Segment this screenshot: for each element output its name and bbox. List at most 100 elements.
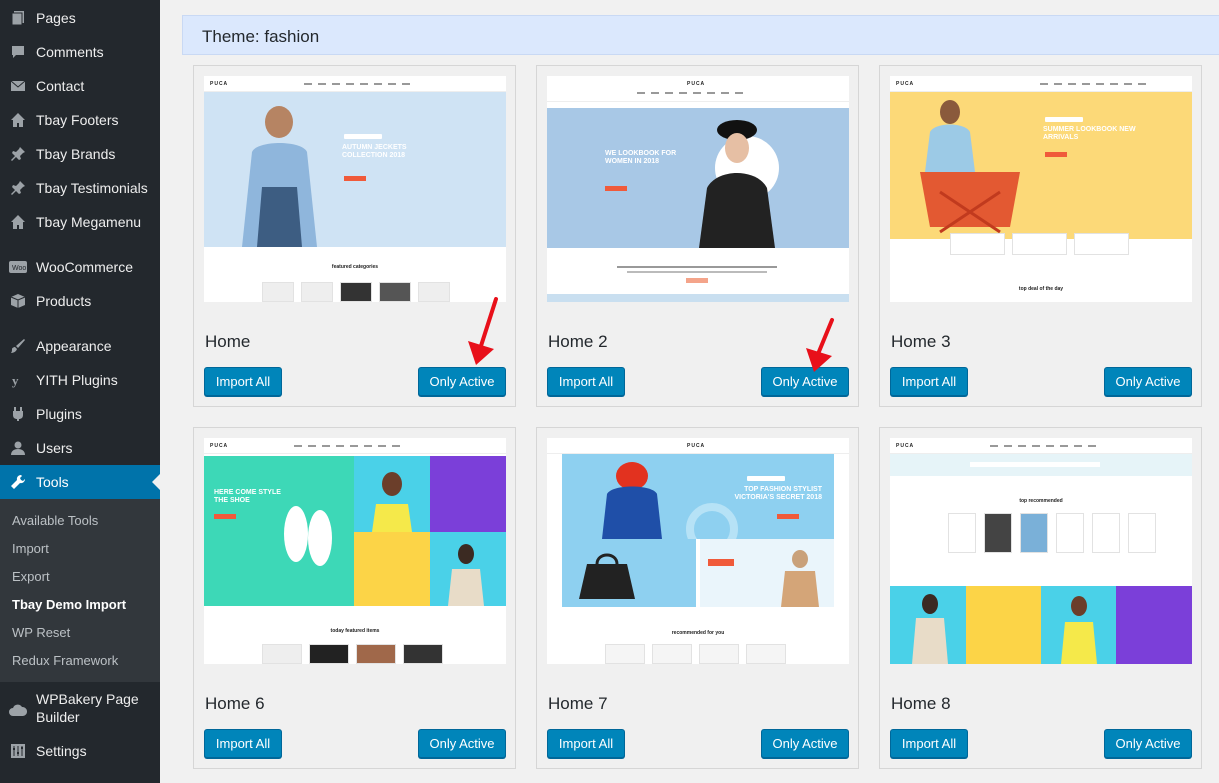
- demo-thumbnail[interactable]: PUCA SUMMER LOOKBOOK NEW ARRIVALS top de…: [890, 76, 1192, 302]
- submenu-item-export[interactable]: Export: [12, 569, 50, 584]
- thumb-hero-text: SUMMER LOOKBOOK NEW ARRIVALS: [1043, 126, 1136, 141]
- only-active-button[interactable]: Only Active: [418, 367, 506, 396]
- sidebar-item-label: Tools: [36, 474, 69, 490]
- sidebar-item-label: Tbay Testimonials: [36, 180, 148, 196]
- home-icon: [8, 212, 28, 232]
- submenu-item-tbay-demo-import[interactable]: Tbay Demo Import: [12, 597, 126, 612]
- thumb-section-title: featured categories: [331, 264, 379, 270]
- home-icon: [8, 110, 28, 130]
- thumb-logo: PUCA: [210, 443, 229, 449]
- yith-icon: y: [8, 370, 28, 390]
- thumb-logo: PUCA: [687, 81, 706, 87]
- sidebar-item-pages[interactable]: Pages: [0, 1, 160, 35]
- sidebar-item-tbay-testimonials[interactable]: Tbay Testimonials: [0, 171, 160, 205]
- sidebar-item-tbay-megamenu[interactable]: Tbay Megamenu: [0, 205, 160, 239]
- submenu-item-available-tools[interactable]: Available Tools: [12, 513, 98, 528]
- import-all-button[interactable]: Import All: [547, 367, 625, 396]
- thumb-section-title: today featured items: [330, 628, 380, 634]
- import-all-button[interactable]: Import All: [890, 729, 968, 758]
- submenu-item-redux-framework[interactable]: Redux Framework: [12, 653, 118, 668]
- tools-submenu: Available Tools Import Export Tbay Demo …: [0, 499, 160, 682]
- demo-name: Home 6: [205, 694, 265, 713]
- pin-icon: [8, 178, 28, 198]
- demo-card-home-7: PUCA TOP FASHION STYLIST VICTORIA'S SECR…: [536, 427, 859, 769]
- thumb-logo: PUCA: [210, 81, 229, 87]
- demo-name: Home: [205, 332, 251, 351]
- submenu-item-import[interactable]: Import: [12, 541, 49, 556]
- woo-icon: Woo: [8, 257, 28, 277]
- red-arrow-icon: [468, 297, 498, 365]
- thumb-hero: HERE COME STYLE THE SHOE: [204, 454, 506, 606]
- thumb-hero: SUMMER LOOKBOOK NEW ARRIVALS: [890, 92, 1192, 239]
- sidebar-item-contact[interactable]: Contact: [0, 69, 160, 103]
- sidebar-item-woocommerce[interactable]: Woo WooCommerce: [0, 250, 160, 284]
- mail-icon: [8, 76, 28, 96]
- thumb-logo: PUCA: [687, 443, 706, 449]
- sidebar-item-tbay-footers[interactable]: Tbay Footers: [0, 103, 160, 137]
- demo-thumbnail[interactable]: PUCA WE LOOKBOOK FOR WOMEN IN 2018: [547, 76, 849, 302]
- comments-icon: [8, 42, 28, 62]
- sidebar-item-appearance[interactable]: Appearance: [0, 329, 160, 363]
- demo-thumbnail[interactable]: PUCA top recommended: [890, 438, 1192, 664]
- red-arrow-icon: [806, 318, 834, 372]
- submenu-item-wp-reset[interactable]: WP Reset: [12, 625, 70, 640]
- thumb-hero-text: HERE COME STYLE THE SHOE: [214, 489, 281, 504]
- sidebar-item-label: Settings: [36, 743, 87, 759]
- svg-text:y: y: [12, 373, 19, 388]
- thumb-navbar: PUCA: [204, 438, 506, 454]
- sidebar-item-label: Tbay Footers: [36, 112, 119, 128]
- demo-import-panel: Theme: fashion PUCA AUTUMN JECKETS COLLE…: [182, 15, 1219, 783]
- sidebar-item-settings[interactable]: Settings: [0, 734, 160, 768]
- sidebar-item-label: Plugins: [36, 406, 82, 422]
- theme-header: Theme: fashion: [182, 15, 1219, 55]
- thumb-navbar: PUCA: [890, 438, 1192, 454]
- thumb-section-title: recommended for you: [671, 630, 725, 636]
- sidebar-item-label: Pages: [36, 10, 76, 26]
- demo-thumbnail[interactable]: PUCA TOP FASHION STYLIST VICTORIA'S SECR…: [547, 438, 849, 664]
- sidebar-item-label: WPBakery Page Builder: [36, 691, 139, 725]
- sidebar-item-label: Tbay Megamenu: [36, 214, 142, 230]
- settings-sliders-icon: [8, 741, 28, 761]
- paintbrush-icon: [8, 336, 28, 356]
- only-active-button[interactable]: Only Active: [761, 729, 849, 758]
- pages-icon: [8, 8, 28, 28]
- only-active-button[interactable]: Only Active: [418, 729, 506, 758]
- products-box-icon: [8, 291, 28, 311]
- import-all-button[interactable]: Import All: [204, 729, 282, 758]
- demo-thumbnail[interactable]: PUCA AUTUMN JECKETS COLLECTION 2018 feat…: [204, 76, 506, 302]
- thumb-hero-text: AUTUMN JECKETS COLLECTION 2018: [342, 144, 407, 159]
- demo-name: Home 8: [891, 694, 951, 713]
- thumb-section-title: top deal of the day: [1018, 286, 1064, 292]
- thumb-hero-text: TOP FASHION STYLIST VICTORIA'S SECRET 20…: [734, 486, 822, 501]
- import-all-button[interactable]: Import All: [890, 367, 968, 396]
- import-all-button[interactable]: Import All: [547, 729, 625, 758]
- sidebar-item-users[interactable]: Users: [0, 431, 160, 465]
- thumb-hero: TOP FASHION STYLIST VICTORIA'S SECRET 20…: [562, 454, 834, 539]
- sidebar-item-wpbakery[interactable]: WPBakery Page Builder: [0, 688, 160, 728]
- sidebar-item-label: WooCommerce: [36, 259, 133, 275]
- sidebar-item-tbay-brands[interactable]: Tbay Brands: [0, 137, 160, 171]
- demo-name: Home 2: [548, 332, 608, 351]
- theme-title: Theme: fashion: [202, 27, 320, 46]
- demo-card-home-6: PUCA HERE COME STYLE THE SHOE today feat…: [193, 427, 516, 769]
- sidebar-item-products[interactable]: Products: [0, 284, 160, 318]
- sidebar-item-plugins[interactable]: Plugins: [0, 397, 160, 431]
- sidebar-item-label: Comments: [36, 44, 104, 60]
- sidebar-item-label: Appearance: [36, 338, 112, 354]
- sidebar-item-tools[interactable]: Tools: [0, 465, 160, 499]
- import-all-button[interactable]: Import All: [204, 367, 282, 396]
- sidebar-item-yith-plugins[interactable]: y YITH Plugins: [0, 363, 160, 397]
- plugins-icon: [8, 404, 28, 424]
- sidebar-item-label: Tbay Brands: [36, 146, 116, 162]
- demo-name: Home 3: [891, 332, 951, 351]
- thumb-hero: AUTUMN JECKETS COLLECTION 2018: [204, 92, 506, 247]
- thumb-navbar: PUCA: [890, 76, 1192, 92]
- cloud-icon: [8, 700, 28, 720]
- demo-thumbnail[interactable]: PUCA HERE COME STYLE THE SHOE today feat…: [204, 438, 506, 664]
- sidebar-item-comments[interactable]: Comments: [0, 35, 160, 69]
- only-active-button[interactable]: Only Active: [1104, 729, 1192, 758]
- thumb-section-title: top recommended: [1019, 498, 1063, 504]
- sidebar-item-label: Contact: [36, 78, 85, 94]
- users-icon: [8, 438, 28, 458]
- only-active-button[interactable]: Only Active: [1104, 367, 1192, 396]
